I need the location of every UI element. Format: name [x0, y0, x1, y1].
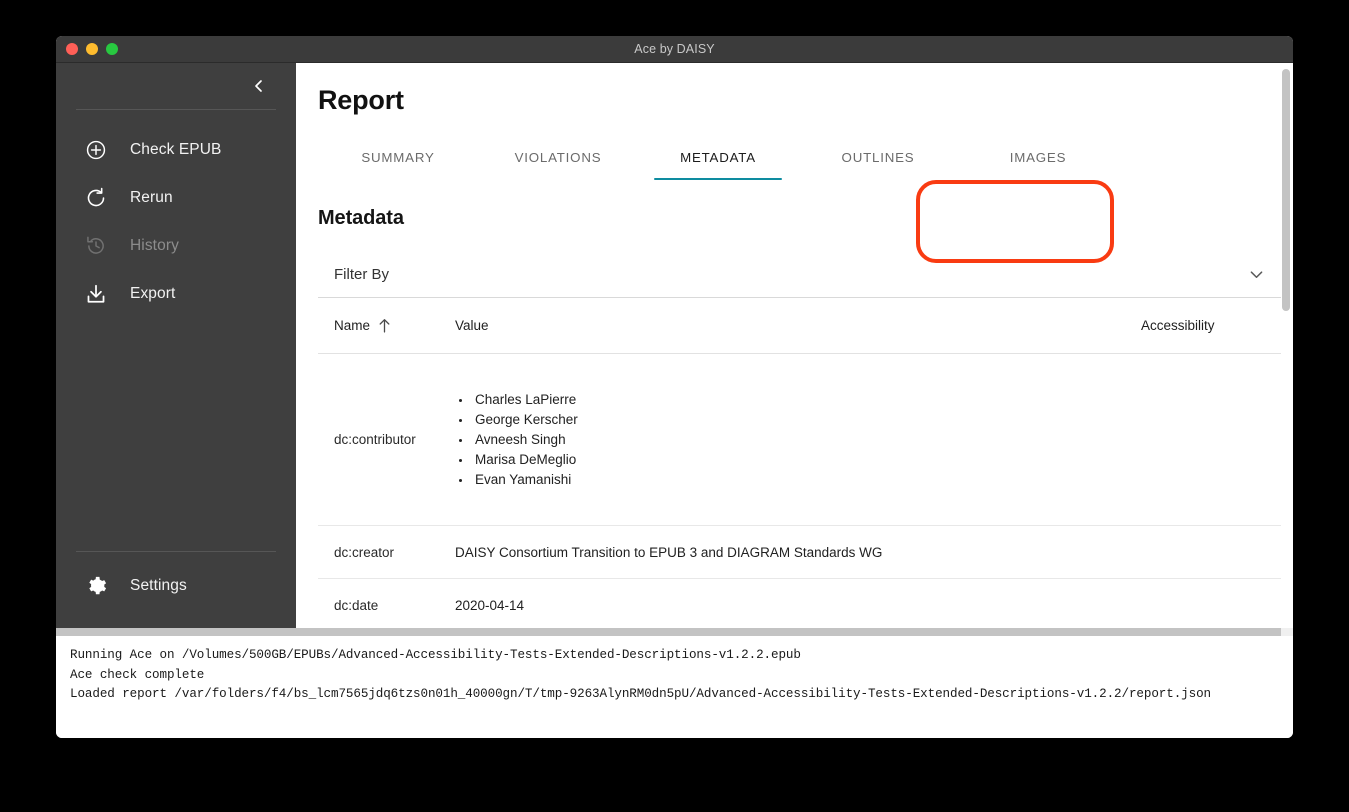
- metadata-table: Filter By Name Value Accessibility dc:co…: [318, 251, 1281, 628]
- list-item: George Kerscher: [472, 410, 1141, 430]
- close-button[interactable]: [66, 43, 78, 55]
- sidebar-divider-bottom: [76, 551, 276, 552]
- sidebar-item-settings[interactable]: Settings: [56, 562, 296, 610]
- cell-value: DAISY Consortium Transition to EPUB 3 an…: [455, 544, 883, 560]
- history-clock-icon: [84, 234, 108, 258]
- cell-name: dc:creator: [334, 544, 395, 560]
- table-row: dc:contributor Charles LaPierre George K…: [318, 354, 1281, 526]
- cell-name: dc:date: [334, 597, 379, 613]
- list-item: Marisa DeMeglio: [472, 450, 1141, 470]
- main-content: Report SUMMARY VIOLATIONS METADATA OUTLI…: [296, 63, 1293, 628]
- horizontal-scrollbar[interactable]: [56, 628, 1293, 636]
- cell-name: dc:contributor: [334, 432, 416, 447]
- column-header-value[interactable]: Value: [455, 318, 1141, 333]
- sidebar-item-check-epub[interactable]: Check EPUB: [56, 126, 296, 174]
- upper-region: Check EPUB Rerun History Export Settings…: [56, 63, 1293, 628]
- active-tab-underline: [654, 177, 782, 180]
- list-item: Avneesh Singh: [472, 430, 1141, 450]
- tab-label: VIOLATIONS: [514, 150, 602, 165]
- collapse-sidebar-button[interactable]: [248, 75, 270, 97]
- sidebar-item-label: Settings: [130, 577, 187, 594]
- sidebar-footer: Settings: [56, 562, 296, 628]
- column-header-name[interactable]: Name: [318, 318, 455, 333]
- app-window: Ace by DAISY Check EPUB Rerun History Ex…: [56, 36, 1293, 738]
- main-vertical-scrollbar[interactable]: [1282, 69, 1290, 622]
- sidebar-item-label: Rerun: [130, 189, 173, 206]
- sidebar-header: [56, 63, 296, 109]
- sidebar-item-export[interactable]: Export: [56, 270, 296, 318]
- table-row: dc:creator DAISY Consortium Transition t…: [318, 526, 1281, 579]
- tab-images[interactable]: IMAGES: [958, 136, 1118, 180]
- refresh-icon: [84, 186, 108, 210]
- tab-label: SUMMARY: [361, 150, 435, 165]
- section-title: Metadata: [318, 207, 404, 229]
- sidebar-item-label: Export: [130, 285, 176, 302]
- list-item: Charles LaPierre: [472, 390, 1141, 410]
- tab-summary[interactable]: SUMMARY: [318, 136, 478, 180]
- gear-icon: [84, 574, 108, 598]
- filter-by-label: Filter By: [334, 265, 390, 283]
- console-line: Loaded report /var/folders/f4/bs_lcm7565…: [70, 687, 1211, 701]
- window-title: Ace by DAISY: [634, 42, 715, 56]
- console-output: Running Ace on /Volumes/500GB/EPUBs/Adva…: [56, 636, 1293, 738]
- column-header-accessibility[interactable]: Accessibility: [1141, 318, 1281, 333]
- sidebar-item-label: History: [130, 237, 179, 254]
- sidebar-item-rerun[interactable]: Rerun: [56, 174, 296, 222]
- cell-value: 2020-04-14: [455, 597, 525, 613]
- chevron-left-icon: [252, 79, 266, 93]
- sidebar-item-label: Check EPUB: [130, 141, 222, 158]
- table-header-row: Name Value Accessibility: [318, 298, 1281, 354]
- tab-bar: SUMMARY VIOLATIONS METADATA OUTLINES IMA…: [296, 136, 1293, 180]
- tab-label: OUTLINES: [841, 150, 915, 165]
- scrollbar-thumb[interactable]: [1282, 69, 1290, 311]
- arrow-up-icon: [378, 318, 391, 333]
- list-item: Evan Yamanishi: [472, 470, 1141, 490]
- tab-label: METADATA: [680, 150, 756, 165]
- download-icon: [84, 282, 108, 306]
- table-row: dc:date 2020-04-14: [318, 579, 1281, 628]
- filter-by-dropdown[interactable]: Filter By: [318, 251, 1281, 298]
- sidebar-item-history[interactable]: History: [56, 222, 296, 270]
- cell-value: Charles LaPierre George Kerscher Avneesh…: [455, 374, 1141, 506]
- tab-metadata[interactable]: METADATA: [638, 136, 798, 180]
- scrollbar-thumb[interactable]: [56, 628, 1281, 636]
- chevron-down-icon: [1248, 266, 1265, 283]
- console-line: Ace check complete: [70, 667, 205, 682]
- title-bar: Ace by DAISY: [56, 36, 1293, 63]
- app-body: Check EPUB Rerun History Export Settings…: [56, 63, 1293, 738]
- sidebar: Check EPUB Rerun History Export Settings: [56, 63, 296, 628]
- window-controls: [56, 43, 118, 55]
- page-title: Report: [318, 85, 404, 115]
- tab-outlines[interactable]: OUTLINES: [798, 136, 958, 180]
- minimize-button[interactable]: [86, 43, 98, 55]
- column-header-name-label: Name: [334, 318, 371, 333]
- maximize-button[interactable]: [106, 43, 118, 55]
- tab-violations[interactable]: VIOLATIONS: [478, 136, 638, 180]
- sidebar-nav: Check EPUB Rerun History Export: [56, 110, 296, 318]
- tab-label: IMAGES: [1009, 150, 1067, 165]
- plus-circle-icon: [84, 138, 108, 162]
- console-line: Running Ace on /Volumes/500GB/EPUBs/Adva…: [70, 648, 801, 662]
- contributor-list: Charles LaPierre George Kerscher Avneesh…: [455, 390, 1141, 490]
- main-panel: Report SUMMARY VIOLATIONS METADATA OUTLI…: [296, 63, 1293, 628]
